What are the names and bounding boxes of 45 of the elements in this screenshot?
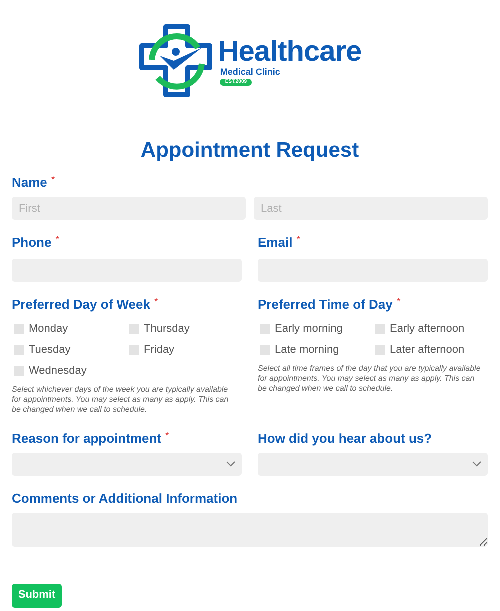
comments-field[interactable]	[12, 512, 488, 546]
checkbox[interactable]	[129, 324, 139, 334]
chevron-down-icon	[472, 461, 482, 467]
checkbox[interactable]	[375, 345, 385, 355]
chevron-down-icon	[226, 461, 236, 467]
checkbox[interactable]	[129, 345, 139, 355]
checkbox-label: Thursday	[144, 322, 190, 337]
required-asterisk: *	[166, 430, 170, 442]
field-label: Preferred Time of Day	[258, 296, 393, 312]
checkbox-label: Friday	[144, 342, 175, 358]
help-text: Select whichever days of the week you are typically available for appointments. You may select as many as apply. This can be changed when we call to schedule.	[12, 384, 230, 414]
submit-button[interactable]: Submit	[12, 584, 62, 608]
field-label: Preferred Day of Week	[12, 296, 150, 312]
logo-subtitle: Medical Clinic	[220, 66, 280, 78]
required-asterisk: *	[296, 235, 301, 247]
checkbox-label: Late morning	[275, 342, 340, 358]
checkbox[interactable]	[14, 345, 24, 355]
first-name-field[interactable]: First	[12, 197, 246, 220]
help-text: Select all time frames of the day that you are typically available for appointments. You may select as many as apply. This can be changed when we call to schedule.	[258, 364, 482, 394]
checkbox-label: Tuesday	[29, 342, 71, 358]
checkbox[interactable]	[260, 345, 270, 355]
field-label: Phone	[12, 235, 52, 251]
field-label: Name	[12, 175, 48, 191]
field-label: Comments or Additional Information	[12, 490, 238, 506]
required-asterisk: *	[154, 296, 158, 308]
checkbox-label: Early afternoon	[390, 322, 465, 337]
required-asterisk: *	[51, 175, 56, 187]
dropdown-field[interactable]	[12, 452, 242, 476]
field-label: How did you hear about us?	[258, 430, 432, 446]
field-label: Email	[258, 235, 293, 251]
checkbox[interactable]	[260, 324, 270, 334]
checkbox[interactable]	[14, 366, 24, 376]
form-title: Appointment Request	[140, 138, 360, 164]
required-asterisk: *	[396, 296, 401, 308]
checkbox-label: Wednesday	[29, 364, 87, 379]
checkbox-label: Later afternoon	[390, 342, 465, 358]
checkbox[interactable]	[375, 324, 385, 334]
checkbox[interactable]	[14, 324, 24, 334]
dropdown-field[interactable]	[258, 452, 488, 476]
logo-name: Healthcare	[218, 36, 362, 66]
field-label: Reason for appointment	[12, 430, 162, 446]
last-name-field[interactable]: Last	[254, 197, 488, 220]
required-asterisk: *	[56, 235, 60, 247]
checkbox-label: Monday	[29, 322, 68, 337]
checkbox-label: Early morning	[275, 322, 343, 337]
